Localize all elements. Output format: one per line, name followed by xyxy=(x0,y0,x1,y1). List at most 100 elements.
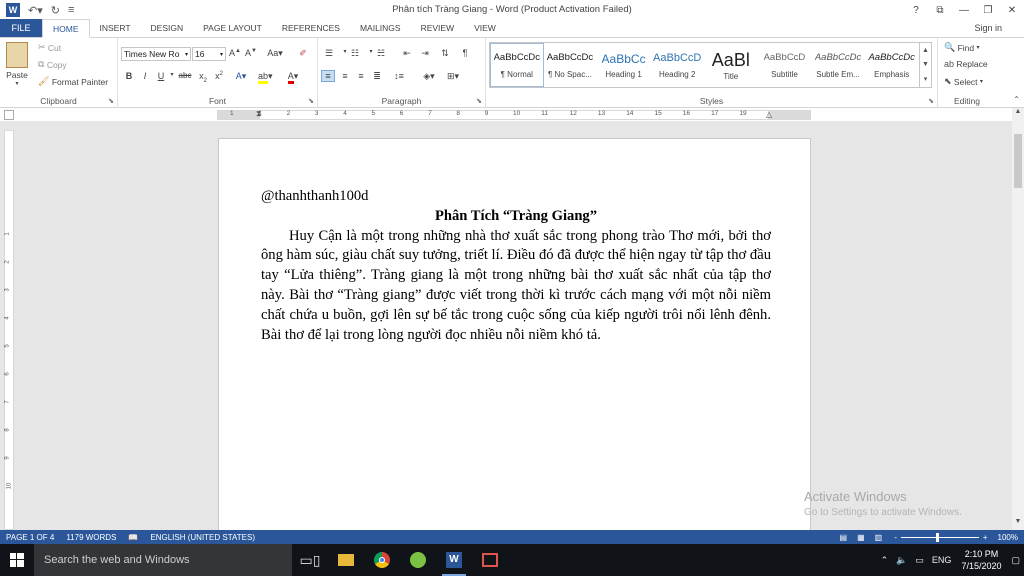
app-icon[interactable] xyxy=(400,544,436,576)
dialog-launcher-icon[interactable]: ⬊ xyxy=(108,97,114,105)
tab-view[interactable]: VIEW xyxy=(464,19,506,37)
text-effects-icon[interactable]: A▾ xyxy=(234,71,248,82)
restore-icon[interactable]: ❐ xyxy=(976,5,1000,16)
align-center-icon[interactable]: ≡ xyxy=(338,71,352,81)
font-size-combo[interactable]: 16 ▾ xyxy=(192,47,226,61)
dialog-launcher-icon[interactable]: ⬊ xyxy=(476,97,482,105)
document-page[interactable]: @thanhthanh100d Phân Tích “Tràng Giang” … xyxy=(218,138,811,538)
style-no-spacing[interactable]: AaBbCcDc ¶ No Spac... xyxy=(544,43,598,87)
clock[interactable]: 2:10 PM 7/15/2020 xyxy=(961,548,1001,572)
select-button[interactable]: ⬉ Select ▾ xyxy=(944,76,983,87)
style-emphasis[interactable]: AaBbCcDc Emphasis xyxy=(865,43,919,87)
italic-icon[interactable]: I xyxy=(138,71,152,81)
network-icon[interactable]: ▭ xyxy=(915,555,924,566)
tab-home[interactable]: HOME xyxy=(42,19,90,38)
increase-indent-icon[interactable]: ⇥ xyxy=(418,48,432,59)
dialog-launcher-icon[interactable]: ⬊ xyxy=(928,97,934,105)
scrollbar-thumb[interactable] xyxy=(1014,134,1022,188)
start-button[interactable] xyxy=(0,544,34,576)
word-logo-icon[interactable]: W xyxy=(6,3,20,17)
help-icon[interactable]: ? xyxy=(904,5,928,16)
tab-review[interactable]: REVIEW xyxy=(411,19,465,37)
style-subtitle[interactable]: AaBbCcD Subtitle xyxy=(758,43,812,87)
style-heading-2[interactable]: AaBbCcD Heading 2 xyxy=(651,43,705,87)
numbering-icon[interactable]: ☷ xyxy=(348,48,362,59)
replace-button[interactable]: ab Replace xyxy=(944,59,988,69)
highlight-icon[interactable]: ab▾ xyxy=(258,71,273,84)
dialog-launcher-icon[interactable]: ⬊ xyxy=(308,97,314,105)
read-mode-icon[interactable]: ▤ xyxy=(840,533,848,542)
multilevel-list-icon[interactable]: ☵ xyxy=(374,48,388,59)
horizontal-ruler[interactable]: ⧗ △ 1 1 2 3 4 5 6 7 8 9 10 11 12 13 14 15 16 17 19 xyxy=(217,109,811,120)
ruler-toggle[interactable] xyxy=(4,110,14,120)
clear-formatting-icon[interactable]: ✐ xyxy=(296,48,310,59)
ribbon-display-options-icon[interactable]: ⧉ xyxy=(928,5,952,16)
cut-button[interactable]: ✂ Cut xyxy=(38,42,61,53)
paste-button[interactable]: Paste ▾ xyxy=(6,42,28,87)
find-button[interactable]: 🔍 Find ▾ xyxy=(944,42,980,53)
page-count-status[interactable]: PAGE 1 OF 4 xyxy=(6,533,54,542)
scroll-up-icon[interactable]: ▲ xyxy=(922,47,929,54)
align-right-icon[interactable]: ≡ xyxy=(354,71,368,81)
chrome-icon[interactable] xyxy=(364,544,400,576)
show-hide-icon[interactable]: ¶ xyxy=(458,48,472,58)
tab-references[interactable]: REFERENCES xyxy=(272,19,350,37)
zoom-level[interactable]: 100% xyxy=(998,533,1018,542)
proofing-icon[interactable]: 📖 xyxy=(128,533,138,542)
zoom-out-button[interactable]: - xyxy=(894,533,897,542)
redo-icon[interactable]: ↻ xyxy=(51,4,60,17)
style-normal[interactable]: AaBbCcDc ¶ Normal xyxy=(490,43,544,87)
print-layout-icon[interactable]: ▦ xyxy=(857,533,865,542)
shading-icon[interactable]: ◈▾ xyxy=(422,71,436,82)
font-color-icon[interactable]: A▾ xyxy=(286,71,300,84)
justify-icon[interactable]: ≣ xyxy=(370,71,384,82)
collapse-ribbon-icon[interactable]: ⌃ xyxy=(1013,95,1020,104)
right-indent-marker-icon[interactable]: △ xyxy=(766,110,772,119)
word-taskbar-icon[interactable]: W xyxy=(436,544,472,576)
vertical-ruler[interactable]: 1 2 3 4 5 6 7 8 9 10 xyxy=(4,130,14,530)
tab-design[interactable]: DESIGN xyxy=(141,19,194,37)
customize-qat-icon[interactable]: ≡ xyxy=(68,4,74,16)
web-layout-icon[interactable]: ▥ xyxy=(875,533,883,542)
bold-icon[interactable]: B xyxy=(122,71,136,81)
more-icon[interactable]: ▾ xyxy=(924,75,928,83)
chevron-down-icon[interactable]: ▾ xyxy=(165,71,179,78)
line-spacing-icon[interactable]: ↕≡ xyxy=(392,71,406,81)
tab-page-layout[interactable]: PAGE LAYOUT xyxy=(193,19,272,37)
borders-icon[interactable]: ⊞▾ xyxy=(446,71,460,82)
subscript-icon[interactable]: x2 xyxy=(196,71,210,84)
volume-icon[interactable]: 🔈 xyxy=(896,555,907,566)
strikethrough-icon[interactable]: abc xyxy=(178,71,192,80)
document-body[interactable]: @thanhthanh100d Phân Tích “Tràng Giang” … xyxy=(261,187,771,345)
notifications-icon[interactable]: ▢ xyxy=(1011,555,1020,566)
minimize-icon[interactable]: — xyxy=(952,5,976,16)
scroll-down-icon[interactable]: ▼ xyxy=(922,61,929,68)
sort-icon[interactable]: ⇅ xyxy=(438,48,452,59)
word-count-status[interactable]: 1179 WORDS xyxy=(66,533,116,542)
scroll-up-icon[interactable]: ▲ xyxy=(1012,108,1024,120)
vertical-scrollbar[interactable]: ▲ ▼ xyxy=(1012,108,1024,530)
tab-file[interactable]: FILE xyxy=(0,19,42,37)
task-view-icon[interactable]: ▭▯ xyxy=(292,544,328,576)
sign-in-link[interactable]: Sign in xyxy=(974,23,1002,33)
zoom-slider-thumb[interactable] xyxy=(935,532,939,542)
zoom-in-button[interactable]: + xyxy=(983,533,988,542)
file-explorer-icon[interactable] xyxy=(328,544,364,576)
taskbar-search[interactable]: Search the web and Windows xyxy=(34,544,292,576)
input-language[interactable]: ENG xyxy=(932,555,952,565)
copy-button[interactable]: ⧉ Copy xyxy=(38,59,67,70)
scroll-down-icon[interactable]: ▼ xyxy=(1012,518,1024,530)
style-heading-1[interactable]: AaBbCc Heading 1 xyxy=(597,43,651,87)
show-hidden-icons-icon[interactable]: ⌃ xyxy=(881,555,889,566)
zoom-slider[interactable] xyxy=(900,532,979,542)
bullets-icon[interactable]: ☰ xyxy=(322,48,336,59)
align-left-icon[interactable]: ≡ xyxy=(321,70,335,82)
close-icon[interactable]: ✕ xyxy=(1000,5,1024,16)
superscript-icon[interactable]: x2 xyxy=(212,71,226,81)
styles-gallery-scroll[interactable]: ▲ ▼ ▾ xyxy=(920,42,932,88)
shrink-font-icon[interactable]: A▼ xyxy=(244,48,258,58)
snipping-tool-icon[interactable] xyxy=(472,544,508,576)
font-name-combo[interactable]: Times New Ro ▾ xyxy=(121,47,191,61)
decrease-indent-icon[interactable]: ⇤ xyxy=(400,48,414,59)
grow-font-icon[interactable]: A▲ xyxy=(228,48,242,58)
